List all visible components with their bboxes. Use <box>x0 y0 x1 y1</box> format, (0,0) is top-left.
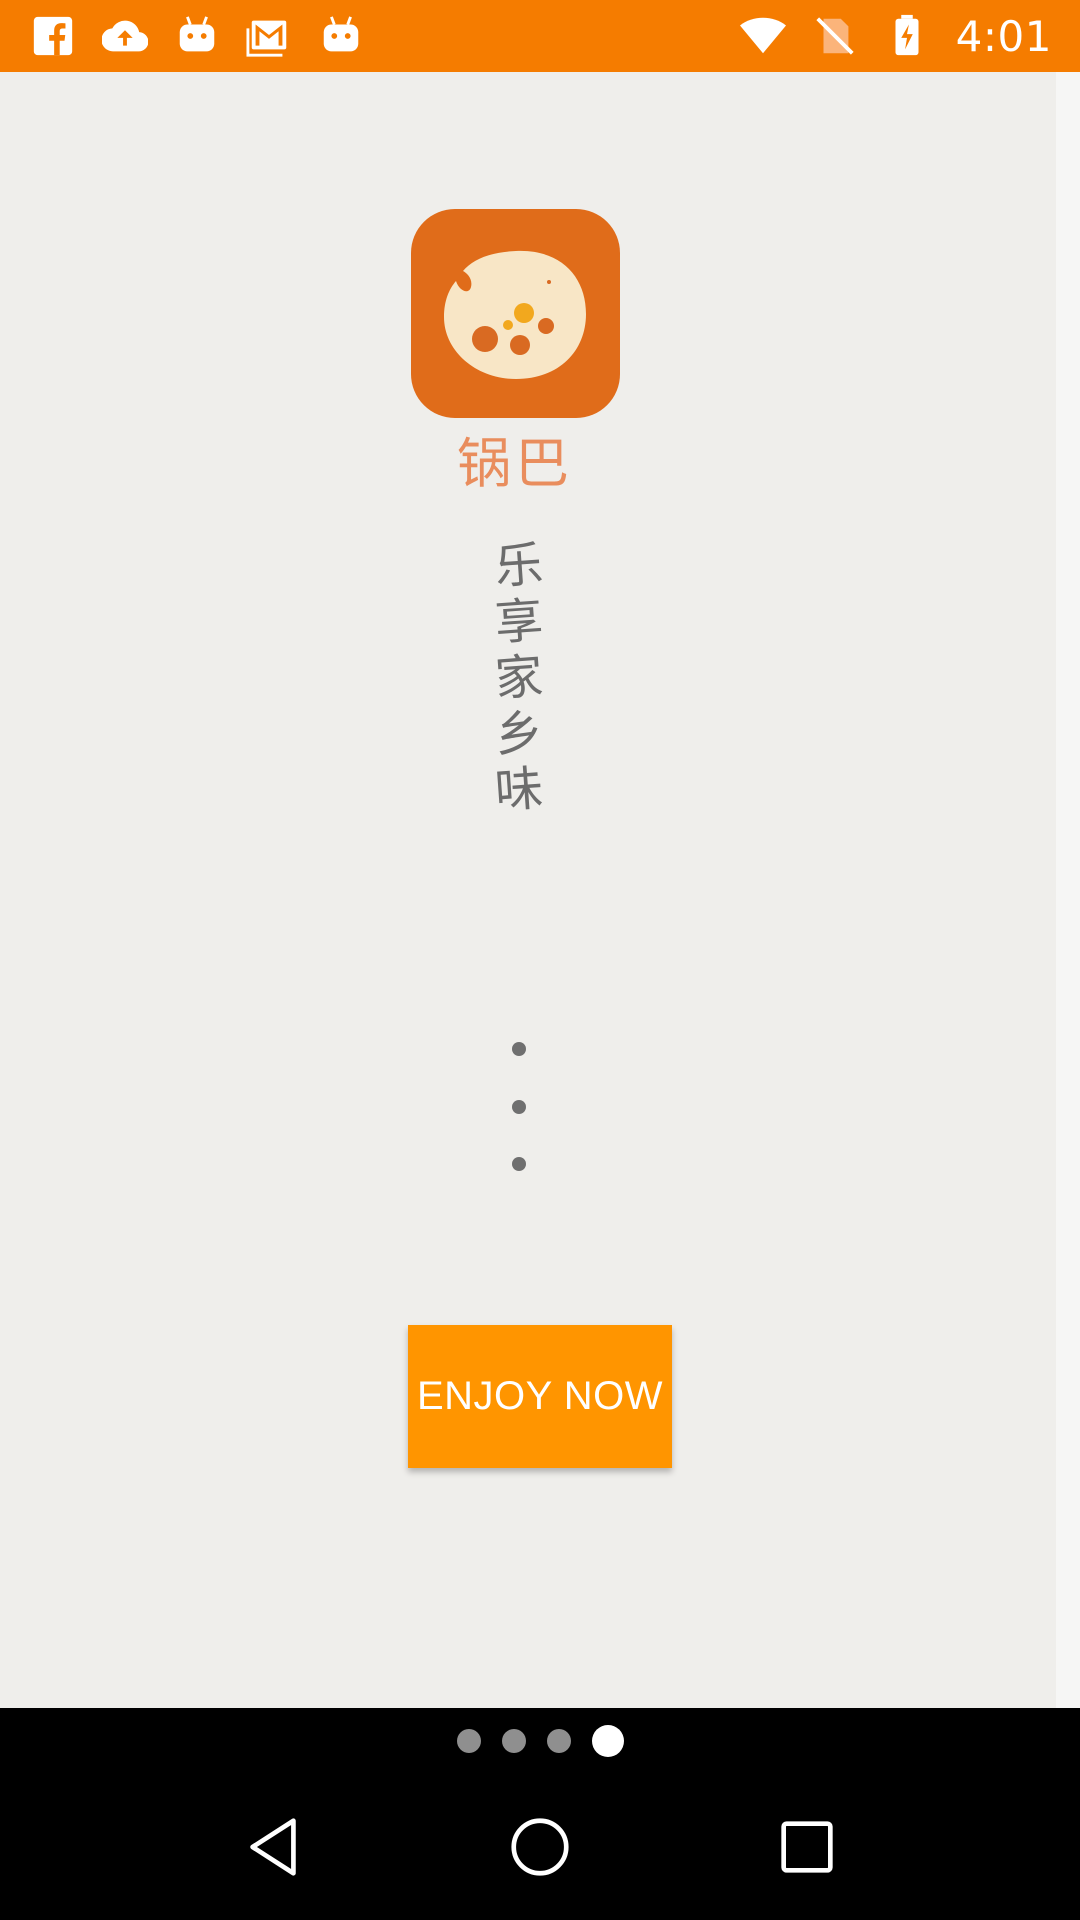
home-icon <box>511 1818 569 1876</box>
cookie-icon <box>444 250 586 379</box>
slogan-char: 家 <box>493 648 545 708</box>
battery-charging-icon <box>884 13 930 59</box>
decorative-dot <box>512 1042 526 1056</box>
page-dot-active[interactable] <box>591 1725 624 1757</box>
page-dot[interactable] <box>501 1729 526 1753</box>
gmail-icon <box>246 13 292 59</box>
page-dot[interactable] <box>456 1729 481 1753</box>
page-dot[interactable] <box>546 1729 571 1753</box>
recents-icon <box>780 1821 833 1873</box>
next-page-edge <box>1056 72 1080 1708</box>
slogan-char: 乐 <box>493 536 545 596</box>
slogan: 乐 享 家 乡 味 <box>487 536 551 820</box>
decorative-dot <box>512 1157 526 1171</box>
slogan-char: 享 <box>493 592 545 652</box>
back-button[interactable] <box>228 1802 318 1892</box>
home-button[interactable] <box>495 1802 585 1892</box>
facebook-icon <box>30 13 76 59</box>
slogan-char: 味 <box>493 760 545 820</box>
brand-name: 锅巴 <box>457 432 573 495</box>
android-icon <box>318 13 364 59</box>
wifi-icon <box>739 13 786 59</box>
decorative-dot <box>512 1100 526 1114</box>
system-icons: 4:01 <box>739 11 1052 61</box>
enjoy-now-button[interactable]: ENJOY NOW <box>408 1325 672 1468</box>
slogan-char: 乡 <box>493 704 545 764</box>
page-indicator <box>0 1708 1080 1774</box>
navigation-bar <box>0 1774 1080 1920</box>
cloud-upload-icon <box>102 13 148 59</box>
recents-button[interactable] <box>762 1802 852 1892</box>
clock: 4:01 <box>955 11 1052 61</box>
notification-icons <box>30 13 364 59</box>
back-icon <box>250 1818 297 1876</box>
no-sim-icon <box>812 13 858 59</box>
android-icon <box>174 13 220 59</box>
app-logo <box>411 209 620 418</box>
status-bar: 4:01 <box>0 0 1080 72</box>
